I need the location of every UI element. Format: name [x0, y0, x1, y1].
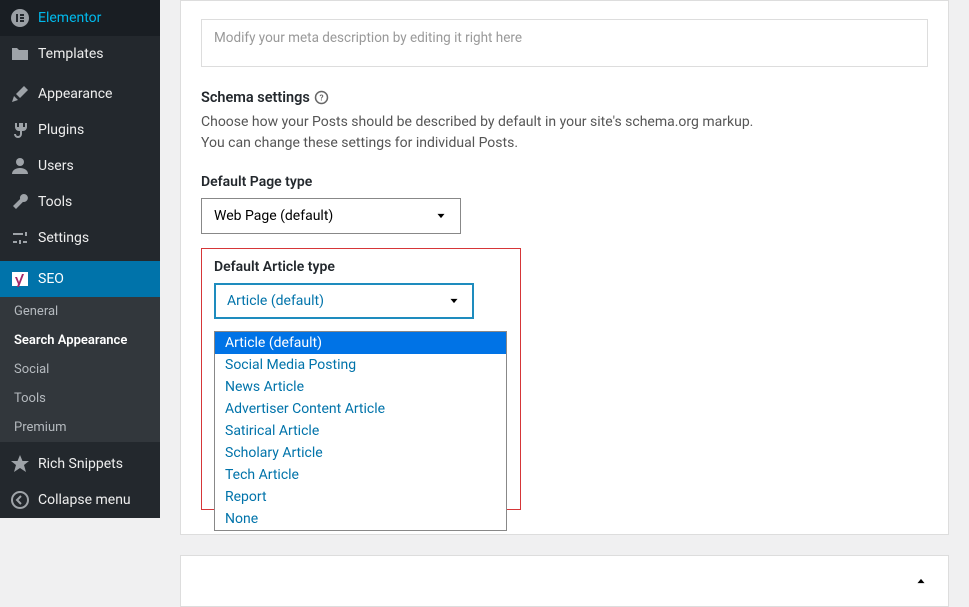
dropdown-option[interactable]: Satirical Article — [215, 420, 506, 442]
article-type-select[interactable]: Article (default) — [214, 283, 474, 319]
seo-sub-search-appearance[interactable]: Search Appearance — [0, 326, 160, 355]
page-type-value: Web Page (default) — [214, 208, 333, 224]
seo-sub-social[interactable]: Social — [0, 355, 160, 384]
article-type-value: Article (default) — [227, 293, 324, 309]
article-type-label: Default Article type — [214, 259, 508, 275]
sidebar-label: Appearance — [38, 86, 112, 102]
sidebar-label: Tools — [38, 194, 72, 210]
sidebar-label: Elementor — [38, 10, 101, 26]
plug-icon — [10, 120, 30, 140]
sidebar-label: Collapse menu — [38, 492, 131, 508]
seo-sub-premium[interactable]: Premium — [0, 413, 160, 442]
sidebar-item-rich-snippets[interactable]: Rich Snippets — [0, 446, 160, 482]
article-type-highlight: Default Article type Article (default) A… — [201, 248, 521, 510]
sidebar-item-templates[interactable]: Templates — [0, 36, 160, 72]
help-icon[interactable]: ? — [314, 90, 329, 105]
article-type-dropdown: Article (default) Social Media Posting N… — [214, 331, 507, 531]
user-icon — [10, 156, 30, 176]
seo-sub-general[interactable]: General — [0, 297, 160, 326]
sidebar-item-plugins[interactable]: Plugins — [0, 112, 160, 148]
brush-icon — [10, 84, 30, 104]
sidebar-label: Plugins — [38, 122, 84, 138]
folder-icon — [10, 44, 30, 64]
yoast-icon — [10, 269, 30, 289]
sidebar-item-tools[interactable]: Tools — [0, 184, 160, 220]
sidebar-label: Settings — [38, 230, 89, 246]
dropdown-option[interactable]: Social Media Posting — [215, 354, 506, 376]
svg-text:?: ? — [319, 94, 323, 104]
dropdown-option[interactable]: None — [215, 508, 506, 530]
meta-description-input[interactable]: Modify your meta description by editing … — [201, 19, 928, 67]
wrench-icon — [10, 192, 30, 212]
star-icon — [10, 454, 30, 474]
page-type-select[interactable]: Web Page (default) — [201, 198, 461, 234]
dropdown-option[interactable]: Article (default) — [215, 332, 506, 354]
dropdown-option[interactable]: News Article — [215, 376, 506, 398]
main-content: Modify your meta description by editing … — [160, 0, 969, 518]
sidebar-item-appearance[interactable]: Appearance — [0, 76, 160, 112]
sliders-icon — [10, 228, 30, 248]
sidebar-label: SEO — [38, 271, 64, 287]
schema-settings-desc: Choose how your Posts should be describe… — [201, 112, 761, 154]
schema-settings-title: Schema settings ? — [201, 89, 928, 106]
sidebar-item-users[interactable]: Users — [0, 148, 160, 184]
sidebar-item-settings[interactable]: Settings — [0, 220, 160, 256]
seo-sub-tools[interactable]: Tools — [0, 384, 160, 413]
sidebar-item-seo[interactable]: SEO — [0, 261, 160, 297]
sidebar-label: Rich Snippets — [38, 456, 123, 472]
dropdown-option[interactable]: Tech Article — [215, 464, 506, 486]
page-type-label: Default Page type — [201, 174, 928, 190]
dropdown-option[interactable]: Report — [215, 486, 506, 508]
collapse-icon — [10, 490, 30, 510]
chevron-up-icon — [914, 574, 928, 588]
dropdown-option[interactable]: Scholary Article — [215, 442, 506, 464]
admin-sidebar: Elementor Templates Appearance Plugins U… — [0, 0, 160, 518]
chevron-down-icon — [447, 294, 461, 308]
sidebar-item-elementor[interactable]: Elementor — [0, 0, 160, 36]
sidebar-item-collapse[interactable]: Collapse menu — [0, 482, 160, 518]
sidebar-label: Templates — [38, 46, 104, 62]
collapsed-section[interactable] — [180, 555, 949, 607]
elementor-icon — [10, 8, 30, 28]
settings-panel: Modify your meta description by editing … — [180, 0, 949, 535]
meta-placeholder: Modify your meta description by editing … — [214, 30, 522, 46]
dropdown-option[interactable]: Advertiser Content Article — [215, 398, 506, 420]
chevron-down-icon — [434, 209, 448, 223]
sidebar-label: Users — [38, 158, 74, 174]
